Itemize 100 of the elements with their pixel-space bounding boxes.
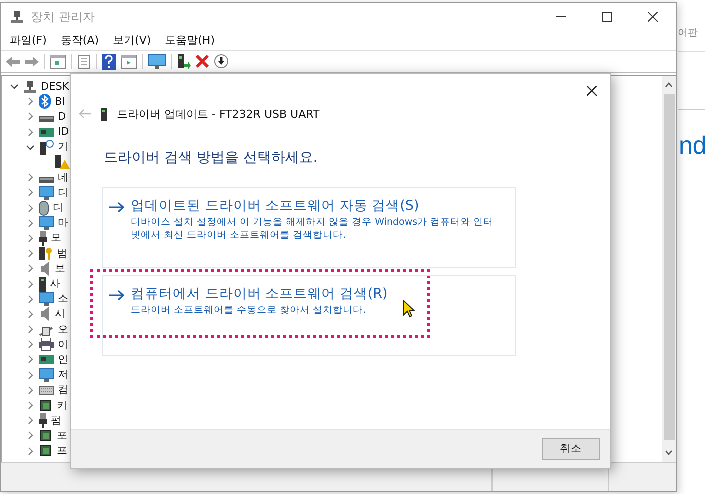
tree-item[interactable]: 컴 bbox=[58, 383, 69, 398]
chevron-down-icon[interactable] bbox=[26, 142, 35, 152]
option-card[interactable]: 업데이트된 드라이버 소프트웨어 자동 검색(S) 디바이스 설치 설정에서 이 기능을 해제하지 않을 경우 Windows가 컴퓨터와 인터넷에서 최신 드라이버 소프트웨어를 검색합니다. bbox=[102, 187, 516, 268]
tree-item[interactable]: 소 bbox=[58, 292, 69, 306]
chip-icon bbox=[39, 398, 53, 413]
chevron-right-icon[interactable] bbox=[26, 204, 35, 213]
chevron-right-icon[interactable] bbox=[26, 340, 35, 350]
device-add-icon[interactable] bbox=[177, 54, 191, 70]
tree-item[interactable]: DESK bbox=[41, 80, 70, 93]
help-icon[interactable] bbox=[102, 54, 116, 70]
chevron-down-icon[interactable] bbox=[10, 82, 19, 92]
tree-item[interactable]: 펌 bbox=[51, 414, 62, 428]
usb-device-icon bbox=[101, 108, 107, 120]
usb-plug-icon bbox=[39, 413, 47, 428]
computer-icon bbox=[23, 80, 37, 94]
chevron-right-icon[interactable] bbox=[26, 325, 35, 334]
chevron-right-icon[interactable] bbox=[26, 264, 35, 274]
mouse-cursor-icon bbox=[403, 300, 415, 318]
chip-icon bbox=[39, 428, 53, 443]
scrollbar[interactable] bbox=[662, 76, 676, 462]
tree-item[interactable]: 오 bbox=[58, 322, 69, 337]
chevron-right-icon[interactable] bbox=[26, 112, 35, 122]
chevron-right-icon[interactable] bbox=[26, 431, 35, 440]
scroll-down-icon[interactable] bbox=[665, 450, 673, 456]
monitor-icon[interactable] bbox=[148, 54, 166, 69]
option-description: 디바이스 설치 설정에서 이 기능을 해제하지 않을 경우 Windows가 컴퓨터와 인터넷에서 최신 드라이버 소프트웨어를 검색합니다. bbox=[131, 216, 495, 242]
back-arrow-icon[interactable] bbox=[6, 56, 20, 68]
chevron-right-icon[interactable] bbox=[26, 386, 35, 395]
keyboard-icon bbox=[39, 386, 54, 395]
scroll-up-icon[interactable] bbox=[665, 82, 673, 88]
card-icon bbox=[39, 353, 54, 366]
chevron-right-icon[interactable] bbox=[26, 280, 35, 289]
window-title: 장치 관리자 bbox=[31, 8, 95, 26]
tree-item[interactable]: 네 bbox=[58, 170, 69, 185]
chevron-right-icon[interactable] bbox=[26, 218, 35, 228]
chevron-right-icon[interactable] bbox=[26, 401, 35, 410]
heading-text: nd bbox=[679, 131, 705, 162]
chevron-right-icon[interactable] bbox=[26, 249, 35, 258]
forward-arrow-icon[interactable] bbox=[25, 56, 39, 68]
maximize-icon bbox=[602, 12, 612, 22]
chevron-right-icon[interactable] bbox=[26, 446, 35, 456]
tree-item[interactable]: 기 bbox=[58, 140, 69, 154]
dialog-title: 드라이버 업데이트 - FT232R USB UART bbox=[117, 106, 320, 122]
tree-item[interactable]: 디 bbox=[53, 201, 64, 216]
scroll-thumb[interactable] bbox=[664, 94, 674, 440]
menu-item[interactable]: 파일(F) bbox=[10, 33, 47, 48]
speaker-icon bbox=[39, 307, 51, 322]
chevron-right-icon[interactable] bbox=[26, 97, 35, 106]
chevron-right-icon[interactable] bbox=[26, 234, 35, 243]
search-hint: 어판 bbox=[678, 27, 699, 40]
option-title[interactable]: 업데이트된 드라이버 소프트웨어 자동 검색(S) bbox=[131, 197, 501, 216]
tree-item[interactable]: 이 bbox=[58, 338, 69, 352]
tree-item[interactable]: ID bbox=[58, 126, 70, 138]
chevron-right-icon[interactable] bbox=[26, 355, 35, 364]
download-circle-icon[interactable] bbox=[214, 54, 229, 69]
monitor-icon bbox=[39, 186, 54, 200]
delete-x-icon[interactable] bbox=[196, 55, 209, 68]
tree-item[interactable]: 보 bbox=[55, 262, 66, 276]
chevron-right-icon[interactable] bbox=[26, 370, 35, 380]
tree-item[interactable]: D bbox=[58, 110, 66, 123]
dialog-heading: 드라이버 검색 방법을 선택하세요. bbox=[104, 149, 319, 167]
bluetooth-icon bbox=[39, 94, 51, 110]
chevron-right-icon[interactable] bbox=[26, 310, 35, 319]
window-pane-icon[interactable] bbox=[121, 54, 137, 68]
tree-item[interactable]: 사 bbox=[50, 277, 61, 292]
mouse-icon bbox=[39, 200, 49, 216]
speaker-icon bbox=[39, 262, 51, 276]
chevron-right-icon[interactable] bbox=[26, 173, 35, 182]
chevron-right-icon[interactable] bbox=[26, 294, 35, 304]
tree-item[interactable]: 키 bbox=[57, 398, 68, 413]
menu-item[interactable]: 동작(A) bbox=[60, 33, 100, 48]
chevron-right-icon[interactable] bbox=[26, 416, 35, 426]
monitor-icon bbox=[39, 292, 54, 306]
close-icon bbox=[648, 12, 658, 22]
tree-item[interactable]: Bl bbox=[55, 96, 66, 108]
arrow-icon bbox=[109, 202, 125, 213]
menu-item[interactable]: 보기(V) bbox=[113, 33, 152, 48]
tree-item[interactable]: 포 bbox=[57, 428, 68, 443]
option-card[interactable]: 컴퓨터에서 드라이버 소프트웨어 검색(R) 드라이버 소프트웨어를 수동으로 찾아서 설치합니다. bbox=[102, 275, 516, 356]
close-icon bbox=[587, 86, 597, 96]
document-icon[interactable] bbox=[77, 54, 91, 68]
tree-item[interactable]: 시 bbox=[55, 307, 66, 322]
window-pane-icon[interactable] bbox=[50, 54, 66, 68]
tree-item[interactable]: 디 bbox=[58, 186, 69, 200]
tree-item[interactable]: 모 bbox=[51, 231, 62, 246]
arrow-icon bbox=[109, 290, 125, 301]
tree-item[interactable]: 인 bbox=[58, 352, 69, 367]
monitor-icon bbox=[39, 216, 54, 230]
chevron-right-icon[interactable] bbox=[26, 188, 35, 198]
cancel-button[interactable]: 취소 bbox=[542, 438, 600, 460]
tree-item[interactable]: 마 bbox=[58, 216, 69, 230]
back-arrow-icon[interactable] bbox=[79, 109, 91, 119]
unknown-device-icon bbox=[39, 140, 54, 155]
tree-item[interactable]: 프 bbox=[57, 444, 68, 458]
chevron-right-icon[interactable] bbox=[26, 128, 35, 137]
option-title[interactable]: 컴퓨터에서 드라이버 소프트웨어 검색(R) bbox=[131, 285, 388, 304]
menu-item[interactable]: 도움말(H) bbox=[165, 33, 215, 48]
tree-item[interactable]: 저 bbox=[58, 368, 69, 382]
tree-item[interactable]: 범 bbox=[57, 246, 68, 261]
monitor-icon bbox=[39, 368, 54, 382]
